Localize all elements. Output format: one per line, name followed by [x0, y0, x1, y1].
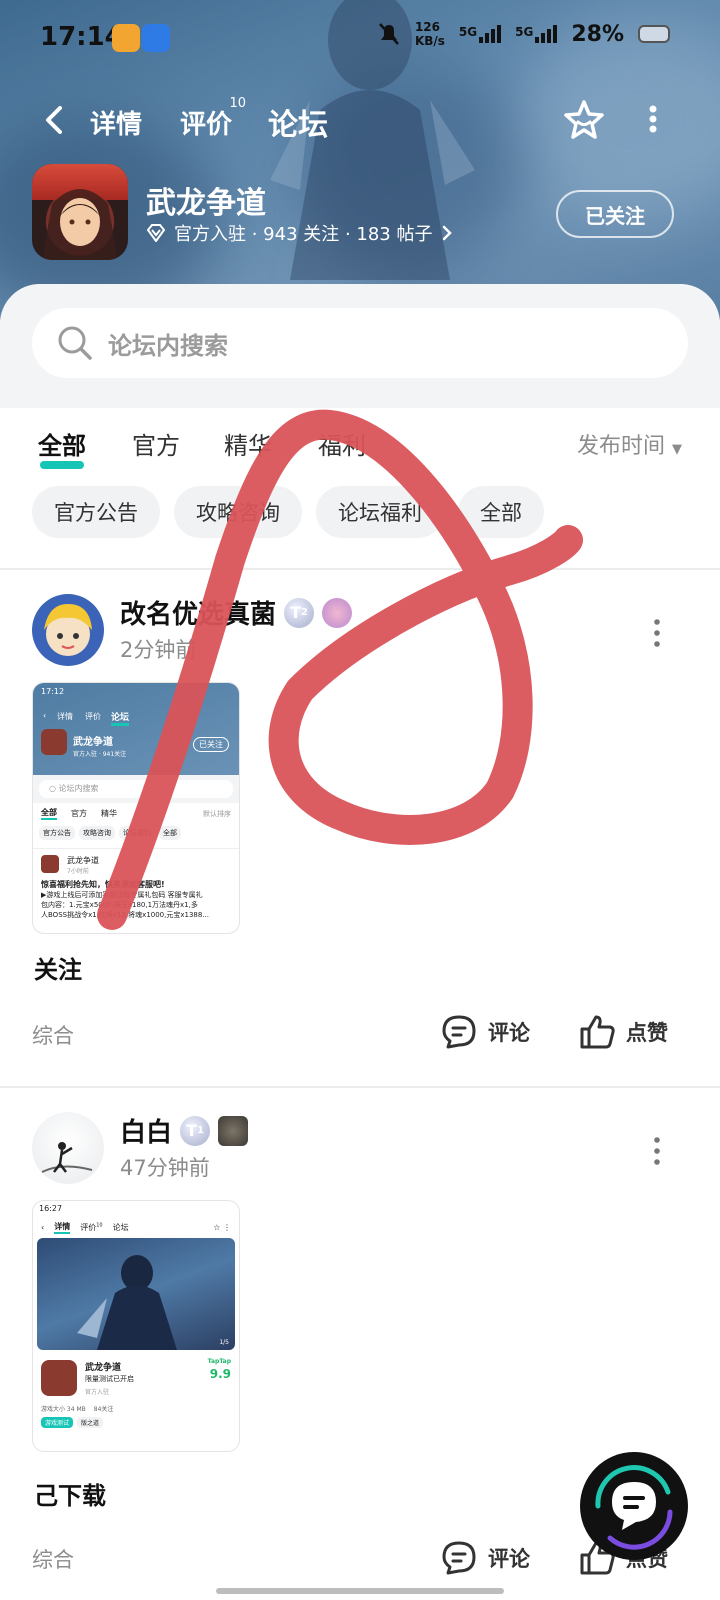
favorite-star-icon[interactable]	[562, 98, 606, 142]
tab-reviews-label: 评价	[180, 110, 233, 140]
comment-label: 评论	[488, 1021, 530, 1045]
filter-tab-all[interactable]: 全部	[38, 426, 86, 469]
tab-reviews[interactable]: 评价 10	[180, 96, 246, 141]
post-image[interactable]: 16:27 ‹ 详情 评价10 论坛 ☆ ⋮ 1/5 武龙争道 限量测试已开启	[32, 1200, 240, 1452]
home-indicator[interactable]	[216, 1588, 504, 1594]
net-speed: 126	[414, 20, 440, 34]
author-name: 改名优选真菌	[120, 600, 277, 630]
net-unit: KB/s	[414, 34, 445, 48]
post-fab-button[interactable]	[580, 1452, 688, 1560]
status-time: 17:14	[40, 22, 123, 52]
mute-bell-icon	[379, 23, 399, 45]
post-title[interactable]: 己下载	[34, 1476, 106, 1511]
avatar[interactable]	[32, 1112, 104, 1184]
caret-down-icon: ▼	[672, 442, 682, 457]
game-name: 武龙争道	[146, 186, 266, 221]
comment-button[interactable]: 评论	[440, 1014, 530, 1050]
comment-button[interactable]: 评论	[440, 1540, 530, 1576]
game-icon[interactable]	[32, 164, 128, 260]
divider	[0, 1086, 720, 1088]
game-info: 武龙争道 官方入驻 · 943 关注 · 183 帖子 已关注	[0, 162, 720, 262]
comment-icon	[442, 1541, 476, 1575]
reviews-count-badge: 10	[229, 96, 247, 111]
signal-1: 5G	[459, 25, 502, 43]
broadcast-icon	[142, 24, 170, 52]
battery-icon	[638, 25, 670, 43]
post-more-icon[interactable]	[652, 1136, 662, 1166]
medal-icon	[218, 1115, 249, 1146]
filter-tab-welfare[interactable]: 福利	[318, 426, 366, 461]
back-arrow-icon[interactable]	[36, 102, 72, 138]
post-author[interactable]: 改名优选真菌 T2	[120, 594, 353, 631]
search-placeholder: 论坛内搜索	[108, 331, 228, 360]
status-bar: 17:14 126 KB/s 5G 5G 28%	[0, 0, 720, 78]
battery-percent: 28%	[571, 21, 624, 47]
game-meta-text: 官方入驻 · 943 关注 · 183 帖子	[174, 224, 433, 245]
like-button[interactable]: 点赞	[578, 1014, 668, 1050]
game-meta[interactable]: 官方入驻 · 943 关注 · 183 帖子	[146, 220, 453, 246]
tab-forum[interactable]: 论坛	[266, 100, 330, 146]
forum-sheet: 论坛内搜索 全部 官方 精华 福利 发布时间 ▼ 官方公告 攻略咨询 论坛福利 …	[0, 284, 720, 1600]
search-area: 论坛内搜索	[0, 284, 720, 408]
chat-bubble-icon	[595, 1465, 673, 1550]
thumbs-up-icon	[580, 1015, 615, 1049]
more-options-icon[interactable]	[646, 104, 660, 134]
post-image[interactable]: 17:12 ‹ 详情 评价 论坛 武龙争道 官方入驻 · 941关注 已关注 ○…	[32, 682, 240, 934]
chip-official-notice[interactable]: 官方公告	[32, 486, 160, 538]
search-input[interactable]: 论坛内搜索	[32, 308, 688, 378]
post-time: 2分钟前	[120, 638, 197, 662]
tab-details[interactable]: 详情	[90, 104, 142, 141]
filter-tab-official[interactable]: 官方	[132, 426, 180, 461]
comment-label: 评论	[488, 1547, 530, 1571]
comment-icon	[442, 1015, 476, 1049]
level-badge: T1	[180, 1115, 211, 1146]
level-badge: T2	[284, 597, 315, 628]
category-chips: 官方公告 攻略咨询 论坛福利 全部	[32, 486, 544, 538]
chip-all[interactable]: 全部	[458, 486, 544, 538]
medal-icon	[322, 597, 353, 628]
follow-button[interactable]: 已关注	[556, 190, 674, 238]
post-category[interactable]: 综合	[32, 1020, 74, 1050]
post-card[interactable]: 改名优选真菌 T2 2分钟前 17:12 ‹ 详情 评价 论坛 武龙争道 官方入…	[0, 594, 720, 1074]
post-author[interactable]: 白白 T1	[120, 1112, 249, 1149]
like-label: 点赞	[626, 1021, 668, 1045]
app-notification-icon	[112, 24, 140, 52]
post-more-icon[interactable]	[652, 618, 662, 648]
filter-tab-featured[interactable]: 精华	[224, 426, 272, 461]
sort-label: 发布时间	[576, 434, 665, 459]
top-nav: 详情 评价 10 论坛	[0, 90, 720, 150]
diamond-verified-icon	[146, 224, 166, 242]
post-title[interactable]: 关注	[34, 950, 82, 985]
post-time: 47分钟前	[120, 1156, 210, 1180]
author-name: 白白	[120, 1118, 173, 1148]
filter-tabs: 全部 官方 精华 福利 发布时间 ▼	[0, 414, 720, 474]
post-category[interactable]: 综合	[32, 1544, 74, 1574]
search-icon	[58, 326, 92, 360]
chip-guide-consult[interactable]: 攻略咨询	[174, 486, 302, 538]
sort-dropdown[interactable]: 发布时间 ▼	[577, 428, 682, 460]
chip-forum-welfare[interactable]: 论坛福利	[316, 486, 444, 538]
divider	[0, 568, 720, 570]
signal-2: 5G	[515, 25, 558, 43]
avatar[interactable]	[32, 594, 104, 666]
chevron-right-icon	[442, 225, 452, 241]
